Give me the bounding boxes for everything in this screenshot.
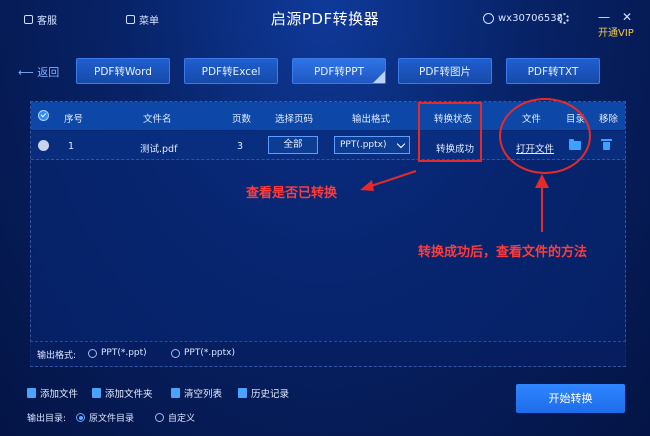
history-icon: [238, 388, 247, 398]
add-file-button[interactable]: 添加文件: [27, 386, 78, 400]
format-select[interactable]: PPT(.pptx): [334, 136, 410, 154]
minimize-icon[interactable]: —: [598, 10, 610, 24]
trash-icon[interactable]: [601, 139, 612, 150]
row-checkbox[interactable]: [38, 140, 49, 151]
format-option-ppt[interactable]: PPT(*.ppt): [88, 348, 147, 358]
header-filename: 文件名: [143, 114, 172, 125]
add-folder-icon: [92, 388, 101, 398]
tab-pdf-to-txt[interactable]: PDF转TXT: [506, 58, 600, 84]
history-button[interactable]: 历史记录: [238, 386, 289, 400]
status-annotation: 查看是否已转换: [246, 186, 338, 201]
add-folder-button[interactable]: 添加文件夹: [92, 386, 153, 400]
file-annotation: 转换成功后，查看文件的方法: [418, 245, 588, 260]
arrow-to-status-icon: [360, 170, 417, 191]
settings-gear-icon[interactable]: [558, 13, 569, 24]
user-name: wx30706538: [498, 13, 563, 24]
tab-pdf-to-ppt[interactable]: PDF转PPT: [292, 58, 386, 84]
header-pages: 页数: [232, 114, 252, 125]
tab-pdf-to-image[interactable]: PDF转图片: [398, 58, 492, 84]
row-index: 1: [68, 141, 75, 152]
page-select-button[interactable]: 全部: [268, 136, 318, 154]
status-highlight-box: [418, 102, 482, 162]
dir-option-original[interactable]: 原文件目录: [76, 411, 134, 424]
tab-pdf-to-word[interactable]: PDF转Word: [76, 58, 170, 84]
chevron-down-icon: [396, 139, 406, 149]
radio-icon: [88, 348, 97, 358]
header-page-select: 选择页码: [275, 114, 314, 125]
add-file-icon: [27, 388, 36, 398]
header-output-format: 输出格式: [352, 114, 391, 125]
select-all-checkbox[interactable]: [38, 110, 49, 121]
header-remove: 移除: [599, 114, 619, 125]
back-arrow-icon: ⟵: [18, 66, 34, 79]
clear-list-button[interactable]: 清空列表: [171, 386, 222, 400]
active-corner-icon: [373, 71, 385, 83]
avatar-icon[interactable]: [483, 13, 494, 24]
output-format-label: 输出格式:: [37, 351, 77, 361]
row-filename: 测试.pdf: [140, 144, 178, 155]
trash-icon: [171, 388, 180, 398]
arrow-to-file-icon: [535, 174, 549, 232]
back-button[interactable]: ⟵ 返回: [18, 64, 59, 80]
start-convert-button[interactable]: 开始转换: [516, 384, 625, 413]
format-option-pptx[interactable]: PPT(*.pptx): [171, 348, 235, 358]
radio-selected-icon: [76, 413, 85, 422]
radio-icon: [171, 348, 180, 358]
radio-icon: [155, 413, 164, 422]
file-highlight-ellipse: [499, 98, 591, 174]
header-index: 序号: [64, 114, 84, 125]
dir-option-custom[interactable]: 自定义: [155, 411, 195, 424]
row-pages: 3: [237, 141, 244, 152]
tab-pdf-to-excel[interactable]: PDF转Excel: [184, 58, 278, 84]
close-icon[interactable]: ✕: [622, 10, 632, 24]
output-dir-label: 输出目录:: [27, 414, 67, 424]
vip-button[interactable]: 开通VIP: [598, 24, 634, 39]
